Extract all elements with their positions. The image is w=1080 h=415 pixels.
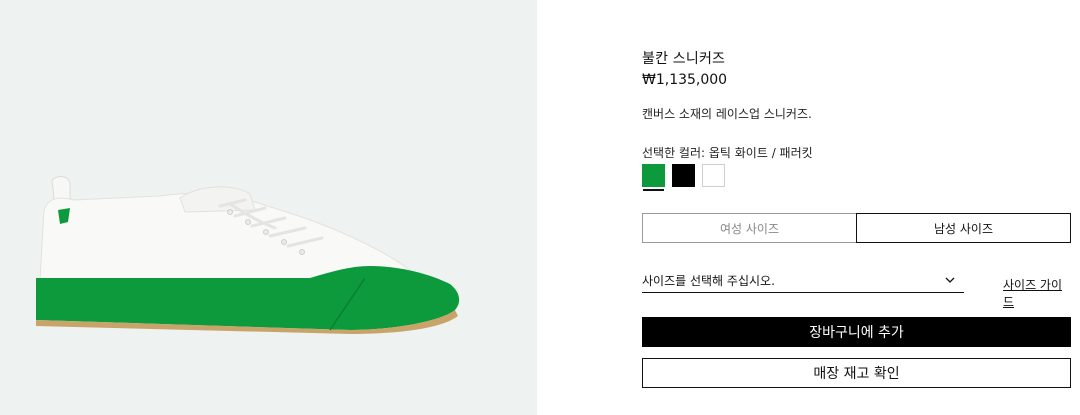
tab-mens-size[interactable]: 남성 사이즈 (856, 213, 1071, 243)
product-title: 불칸 스니커즈 (642, 51, 726, 67)
product-image-panel (0, 0, 537, 415)
selected-color-label: 선택한 컬러: 옵틱 화이트 / 패러킷 (642, 146, 813, 160)
color-swatches (642, 164, 725, 191)
tab-womens-size[interactable]: 여성 사이즈 (642, 213, 857, 243)
swatch-white[interactable] (702, 164, 725, 187)
size-select-dropdown[interactable]: 사이즈를 선택해 주십시오. (642, 270, 964, 293)
product-price: ₩1,135,000 (642, 72, 728, 88)
size-select-placeholder: 사이즈를 선택해 주십시오. (642, 274, 775, 288)
size-tabs: 여성 사이즈 남성 사이즈 (642, 213, 1071, 243)
add-to-cart-button[interactable]: 장바구니에 추가 (642, 317, 1071, 347)
sneaker-image (36, 176, 460, 334)
product-description: 캔버스 소재의 레이스업 스니커즈. (642, 107, 812, 121)
product-info: 불칸 스니커즈 ₩1,135,000 캔버스 소재의 레이스업 스니커즈. 선택… (642, 0, 1072, 415)
check-store-stock-button[interactable]: 매장 재고 확인 (642, 358, 1071, 388)
size-guide-link[interactable]: 사이즈 가이드 (1003, 276, 1072, 310)
swatch-black[interactable] (672, 164, 695, 187)
swatch-parakeet-green[interactable] (642, 164, 665, 191)
chevron-down-icon (945, 277, 955, 283)
